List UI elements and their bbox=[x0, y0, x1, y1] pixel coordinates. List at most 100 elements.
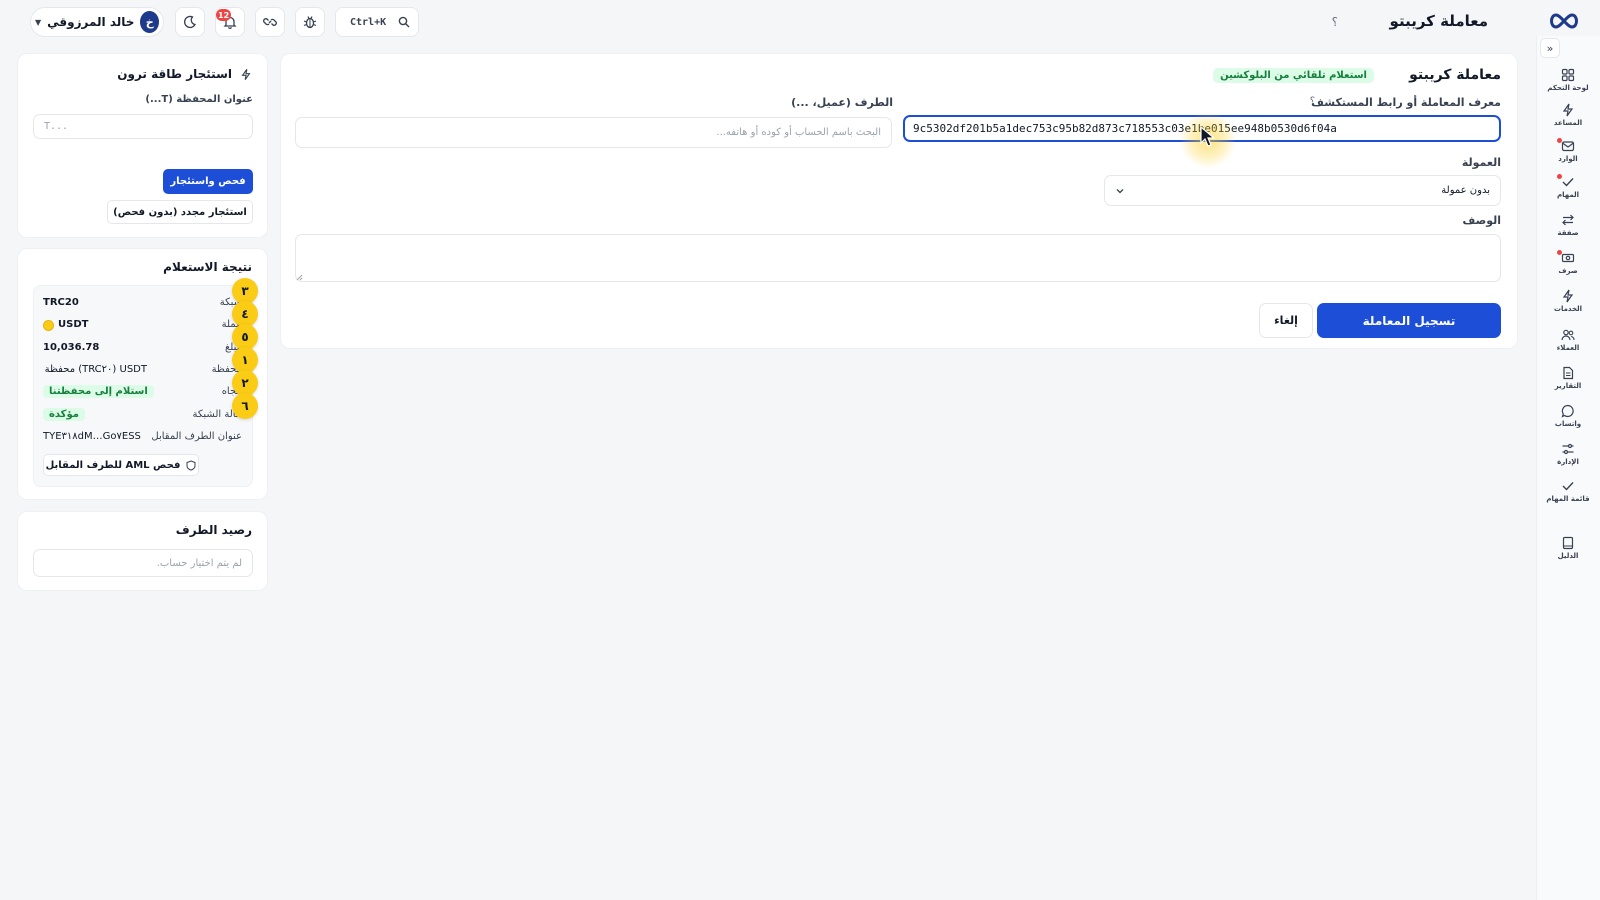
sidebar-item-label: صفقة bbox=[1557, 229, 1579, 237]
notification-badge: 12 bbox=[216, 9, 232, 21]
check-icon bbox=[1561, 479, 1575, 493]
sidebar-item-clients[interactable]: العملاء bbox=[1537, 323, 1599, 357]
bolt-icon bbox=[240, 68, 252, 81]
global-search-button[interactable]: Ctrl+K bbox=[335, 7, 419, 37]
tron-card-title: استئجار طاقة ترون bbox=[117, 67, 232, 81]
shield-icon bbox=[186, 459, 196, 471]
fee-label: العمولة bbox=[1461, 156, 1501, 169]
balance-empty-text: لم يتم اختيار حساب. bbox=[156, 557, 242, 569]
sidebar-item-inbox[interactable]: الوارد bbox=[1537, 134, 1599, 168]
user-name: خالد المرزوقي bbox=[47, 15, 135, 29]
search-shortcut: Ctrl+K bbox=[350, 16, 387, 28]
bug-icon bbox=[303, 15, 317, 29]
resize-handle-icon[interactable] bbox=[296, 274, 303, 281]
wallet-address-label: عنوان المحفظة (T...) bbox=[145, 94, 253, 105]
sidebar-item-label: الوارد bbox=[1558, 155, 1578, 163]
result-value-counterparty: TYE٣١٨dM…Go٧ESS bbox=[43, 431, 141, 442]
sliders-icon bbox=[1561, 442, 1575, 456]
chat-icon bbox=[1561, 404, 1575, 418]
description-textarea[interactable] bbox=[295, 234, 1501, 282]
result-value-wallet: USDT (TRC٢٠) محفظة bbox=[44, 364, 147, 375]
sidebar-item-label: الإدارة bbox=[1557, 458, 1579, 466]
mouse-cursor-icon bbox=[1200, 126, 1216, 148]
sidebar-item-deal[interactable]: صفقة bbox=[1537, 208, 1599, 242]
form-title: معاملة كريبتو bbox=[1409, 67, 1501, 83]
sidebar-item-tasks[interactable]: المهام bbox=[1537, 170, 1599, 204]
theme-toggle-button[interactable] bbox=[175, 7, 205, 37]
swap-icon bbox=[1561, 213, 1575, 227]
sidebar-item-label: لوحة التحكم bbox=[1547, 84, 1589, 92]
file-icon bbox=[1561, 366, 1575, 380]
aml-check-button[interactable]: فحص AML للطرف المقابل bbox=[43, 454, 199, 476]
sidebar-item-label: العملاء bbox=[1556, 344, 1580, 352]
annotation-marker: ٦ bbox=[232, 393, 258, 419]
fee-select[interactable]: بدون عمولة bbox=[1104, 175, 1501, 206]
unread-dot bbox=[1557, 138, 1562, 143]
sidebar-item-label: المهام bbox=[1556, 191, 1580, 199]
party-placeholder: البحث باسم الحساب أو كوده أو هاتفه... bbox=[716, 127, 881, 138]
users-icon bbox=[1561, 328, 1575, 342]
double-chevron-icon: » bbox=[1546, 41, 1554, 55]
balance-empty-state: لم يتم اختيار حساب. bbox=[33, 549, 253, 577]
tx-help-icon[interactable]: ؟ bbox=[1310, 96, 1315, 107]
title-help-icon[interactable]: ؟ bbox=[1332, 15, 1338, 29]
party-label: الطرف (عميل، ...) bbox=[791, 96, 893, 109]
book-icon bbox=[1561, 536, 1575, 550]
infinity-logo-icon[interactable] bbox=[1547, 12, 1581, 30]
grid-icon bbox=[1561, 68, 1575, 82]
submit-transaction-button[interactable]: تسجيل المعاملة bbox=[1317, 303, 1501, 338]
sidebar-item-label: المساعد bbox=[1553, 119, 1583, 127]
tx-id-label: معرف المعاملة أو رابط المستكشف bbox=[1311, 96, 1501, 109]
cash-icon bbox=[1557, 250, 1575, 265]
unread-dot bbox=[1557, 250, 1562, 255]
sidebar-item-label: واتساب bbox=[1554, 420, 1582, 428]
description-label: الوصف bbox=[1462, 214, 1501, 227]
check-and-rent-button[interactable]: فحص واستئجار bbox=[163, 169, 253, 194]
moon-icon bbox=[183, 15, 197, 29]
result-value-direction: استلام إلى محفظتنا bbox=[43, 385, 154, 398]
result-value-amount: 10,036.78 bbox=[43, 342, 100, 353]
sidebar-item-exchange[interactable]: صرف bbox=[1537, 246, 1599, 280]
aml-check-label: فحص AML للطرف المقابل bbox=[45, 459, 181, 471]
result-value-currency: USDT bbox=[58, 319, 89, 330]
sidebar-item-label: التقارير bbox=[1554, 382, 1582, 390]
sidebar-item-admin[interactable]: الإدارة bbox=[1537, 437, 1599, 471]
sidebar-item-services[interactable]: الخدمات bbox=[1537, 284, 1599, 318]
chevron-down-icon bbox=[1115, 186, 1125, 196]
unread-dot bbox=[1557, 174, 1562, 179]
fee-value: بدون عمولة bbox=[1441, 185, 1490, 196]
user-menu[interactable]: خ خالد المرزوقي ▼ bbox=[30, 7, 164, 37]
result-key-counterparty: عنوان الطرف المقابل bbox=[151, 431, 242, 442]
party-search-input[interactable]: البحث باسم الحساب أو كوده أو هاتفه... bbox=[295, 117, 892, 148]
result-card-title: نتيجة الاستعلام bbox=[163, 260, 252, 274]
bug-report-button[interactable] bbox=[295, 7, 325, 37]
bolt-icon bbox=[1561, 289, 1575, 303]
inbox-icon bbox=[1557, 138, 1575, 153]
sidebar-item-label: قائمة المهام bbox=[1546, 495, 1590, 503]
sidebar-item-reports[interactable]: التقارير bbox=[1537, 361, 1599, 395]
link-icon bbox=[263, 15, 277, 29]
sidebar-item-label: صرف bbox=[1558, 267, 1578, 275]
page-title: معاملة كريبتو bbox=[1389, 12, 1488, 30]
caret-down-icon: ▼ bbox=[35, 17, 42, 27]
balance-card-title: رصيد الطرف bbox=[175, 523, 252, 537]
sidebar-item-task-list[interactable]: قائمة المهام bbox=[1537, 474, 1599, 508]
sidebar-item-whatsapp[interactable]: واتساب bbox=[1537, 399, 1599, 433]
sidebar-item-label: الدليل bbox=[1557, 552, 1579, 560]
wallet-address-input[interactable]: T... bbox=[33, 114, 253, 139]
sidebar-item-dashboard[interactable]: لوحة التحكم bbox=[1537, 63, 1599, 97]
search-icon bbox=[398, 16, 410, 28]
result-value-network-status: مؤكدة bbox=[43, 408, 85, 421]
check-icon bbox=[1557, 174, 1575, 189]
cancel-button[interactable]: إلغاء bbox=[1259, 303, 1313, 338]
sidebar-collapse-button[interactable]: » bbox=[1540, 38, 1560, 58]
bolt-icon bbox=[1561, 103, 1575, 117]
usdt-coin-icon bbox=[43, 320, 54, 331]
sidebar-item-label: الخدمات bbox=[1553, 305, 1583, 313]
wallet-placeholder: T... bbox=[44, 121, 69, 132]
link-button[interactable] bbox=[255, 7, 285, 37]
rent-again-button[interactable]: استئجار مجدد (بدون فحص) bbox=[107, 200, 253, 224]
sidebar-item-assistant[interactable]: المساعد bbox=[1537, 98, 1599, 132]
result-value-network: TRC20 bbox=[43, 297, 79, 308]
sidebar-item-guide[interactable]: الدليل bbox=[1537, 531, 1599, 565]
